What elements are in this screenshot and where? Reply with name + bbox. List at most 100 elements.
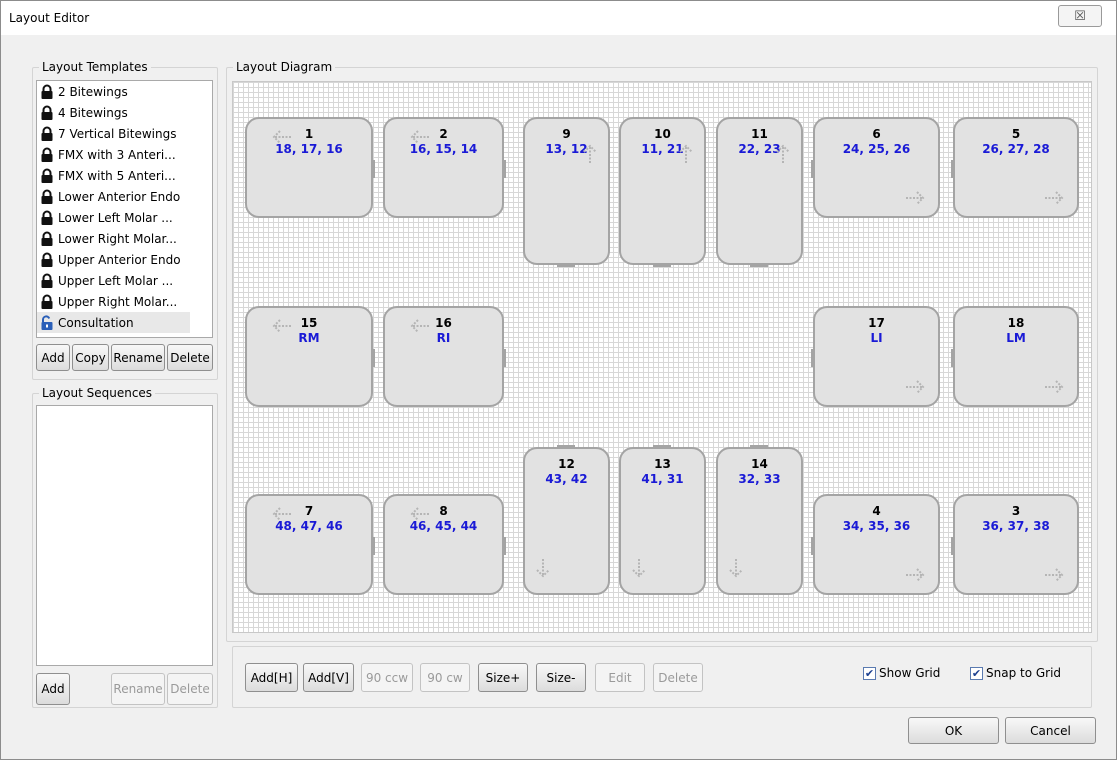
template-list-item[interactable]: 4 Bitewings (37, 102, 212, 123)
template-list-item-label: Upper Left Molar ... (58, 273, 174, 288)
film-number: 4 (872, 504, 881, 518)
film-number: 7 (304, 504, 314, 518)
film-slot[interactable]: 3 36, 37, 38 (951, 494, 1079, 595)
snap-to-grid-check-icon: ✔ (970, 666, 983, 680)
film-teeth: 34, 35, 36 (842, 519, 911, 533)
template-list-item[interactable]: Consultation (37, 312, 190, 333)
template-list-item[interactable]: FMX with 3 Anteri... (37, 144, 212, 165)
template-copy-button[interactable]: Copy (72, 344, 109, 371)
template-list-item[interactable]: Upper Right Molar... (37, 291, 212, 312)
film-number: 5 (1011, 127, 1021, 141)
add-vertical-button[interactable]: Add[V] (303, 663, 354, 692)
template-list-item[interactable]: Upper Left Molar ... (37, 270, 212, 291)
template-list-item[interactable]: 7 Vertical Bitewings (37, 123, 212, 144)
film-teeth: LI (870, 331, 883, 345)
film-slot[interactable]: 8 46, 45, 44 (383, 494, 506, 595)
unlock-icon (41, 314, 53, 330)
show-grid-label: Show Grid (879, 666, 941, 680)
size-plus-button[interactable]: Size+ (478, 663, 528, 692)
film-slot[interactable]: 12 43, 42 (523, 445, 610, 595)
lock-icon (41, 189, 53, 204)
template-list-item[interactable]: Lower Right Molar... (37, 228, 212, 249)
size-minus-button[interactable]: Size- (536, 663, 586, 692)
show-grid-check-icon: ✔ (863, 666, 876, 680)
template-rename-button[interactable]: Rename (111, 344, 165, 371)
film-slot[interactable]: 5 26, 27, 28 (951, 117, 1079, 218)
film-tab (951, 159, 955, 178)
film-slot[interactable]: 7 48, 47, 46 (245, 494, 375, 595)
film-teeth: 18, 17, 16 (275, 142, 343, 156)
lock-icon (41, 168, 53, 183)
arrow-right-icon (1043, 375, 1067, 399)
film-number: 9 (562, 127, 571, 141)
template-list-item-label: FMX with 5 Anteri... (58, 168, 176, 183)
film-slot[interactable]: 2 16, 15, 14 (383, 117, 506, 218)
layout-diagram-canvas[interactable]: 1 18, 17, 16 2 16, 15, 14 9 13, 12 10 11, 21 11 2… (232, 81, 1092, 633)
film-teeth: 32, 33 (738, 472, 781, 486)
rotate-cw-button[interactable]: 90 cw (420, 663, 470, 692)
lock-icon (41, 147, 53, 162)
template-list-item-label: Lower Anterior Endo (58, 189, 181, 204)
template-list-item-label: 4 Bitewings (58, 105, 128, 120)
template-delete-button[interactable]: Delete (167, 344, 213, 371)
film-slot[interactable]: 16 RI (383, 306, 506, 407)
template-list-item[interactable]: 2 Bitewings (37, 81, 212, 102)
sequence-delete-button[interactable]: Delete (167, 673, 213, 705)
show-grid-checkbox[interactable]: ✔ Show Grid (863, 666, 940, 680)
film-slot[interactable]: 15 RM (245, 306, 375, 407)
film-teeth: 43, 42 (545, 472, 588, 486)
template-list-item[interactable]: Lower Anterior Endo (37, 186, 212, 207)
film-slot[interactable]: 10 11, 21 (619, 117, 706, 267)
template-list-item[interactable]: Upper Anterior Endo (37, 249, 212, 270)
close-icon: ☒ (1074, 8, 1086, 24)
arrow-down-icon (627, 557, 651, 581)
sequence-add-button[interactable]: Add (36, 673, 70, 705)
sequence-rename-button[interactable]: Rename (111, 673, 165, 705)
film-slot[interactable]: 18 LM (951, 306, 1079, 407)
film-slot[interactable]: 1 18, 17, 16 (245, 117, 375, 218)
snap-to-grid-checkbox[interactable]: ✔ Snap to Grid (970, 666, 1061, 680)
close-button[interactable]: ☒ (1058, 5, 1102, 27)
film-tab (951, 536, 955, 555)
arrow-left-icon (269, 502, 293, 526)
add-horizontal-button[interactable]: Add[H] (245, 663, 298, 692)
film-number: 13 (654, 457, 671, 471)
lock-icon (41, 294, 53, 309)
film-slot[interactable]: 17 LI (811, 306, 940, 407)
film-tab (811, 159, 815, 178)
film-slot[interactable]: 14 32, 33 (716, 445, 803, 595)
film-teeth: 24, 25, 26 (842, 142, 911, 156)
template-list-item-label: Upper Anterior Endo (58, 252, 181, 267)
cancel-button[interactable]: Cancel (1005, 717, 1096, 744)
edit-button[interactable]: Edit (595, 663, 645, 692)
window-title: Layout Editor (9, 11, 90, 25)
film-slot[interactable]: 11 22, 23 (716, 117, 803, 267)
ok-button[interactable]: OK (908, 717, 999, 744)
layout-sequences-list[interactable] (36, 405, 213, 666)
arrow-right-icon (904, 375, 928, 399)
film-number: 3 (1011, 504, 1021, 518)
arrow-right-icon (1043, 563, 1067, 587)
template-list-item-label: Upper Right Molar... (58, 294, 178, 309)
rotate-ccw-button[interactable]: 90 ccw (361, 663, 413, 692)
template-list-item[interactable]: Lower Left Molar ... (37, 207, 212, 228)
template-add-button[interactable]: Add (36, 344, 70, 371)
template-list-item[interactable]: FMX with 5 Anteri... (37, 165, 212, 186)
film-slot[interactable]: 6 24, 25, 26 (811, 117, 940, 218)
snap-to-grid-label: Snap to Grid (986, 666, 1062, 680)
film-slot[interactable]: 4 34, 35, 36 (811, 494, 940, 595)
title-bar: Layout Editor ☒ (1, 1, 1116, 35)
film-number: 17 (868, 316, 885, 330)
layout-templates-list[interactable]: 2 Bitewings 4 Bitewings 7 Vertical Bitewin… (36, 80, 213, 338)
layout-diagram-label: Layout Diagram (233, 60, 336, 74)
lock-icon (41, 252, 53, 267)
film-number: 6 (872, 127, 881, 141)
delete-film-button[interactable]: Delete (653, 663, 703, 692)
film-tab (556, 263, 575, 267)
arrow-left-icon (407, 314, 431, 338)
film-teeth: RI (436, 331, 451, 345)
film-teeth: 26, 27, 28 (982, 142, 1050, 156)
film-slot[interactable]: 13 41, 31 (619, 445, 706, 595)
film-slot[interactable]: 9 13, 12 (523, 117, 610, 267)
film-number: 14 (751, 457, 768, 471)
